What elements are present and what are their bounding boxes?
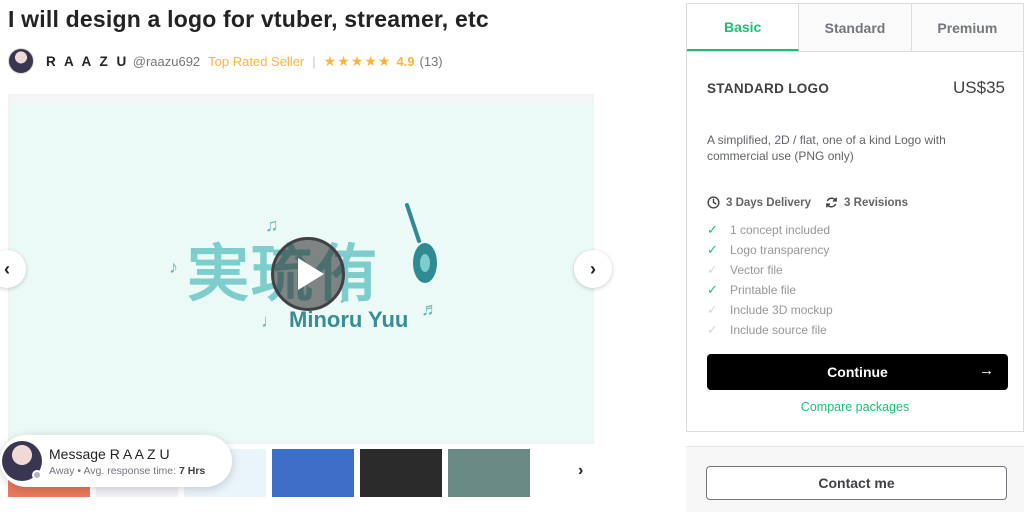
package-description: A simplified, 2D / flat, one of a kind L… bbox=[707, 133, 946, 163]
clock-icon bbox=[707, 196, 720, 209]
gig-main: I will design a logo for vtuber, streame… bbox=[0, 0, 660, 512]
check-icon: ✓ bbox=[707, 302, 718, 317]
top-rated-badge: Top Rated Seller bbox=[208, 53, 305, 69]
list-item: ✓ Printable file bbox=[707, 280, 833, 300]
feature-label: Printable file bbox=[730, 283, 797, 297]
seller-handle: @raazu692 bbox=[132, 53, 201, 69]
seller-overview: R A A Z U @raazu692 Top Rated Seller | ★… bbox=[8, 47, 443, 75]
delivery-time: 3 Days Delivery bbox=[726, 196, 812, 209]
response-info: Away • Avg. response time: 7 Hrs bbox=[49, 465, 205, 477]
delivery-info: 3 Days Delivery bbox=[707, 196, 811, 209]
list-item: ✓ 1 concept included bbox=[707, 220, 833, 240]
feature-label: Include 3D mockup bbox=[730, 303, 833, 317]
response-time: 7 Hrs bbox=[178, 464, 206, 477]
gig-gallery[interactable]: ♪ ♫ ♪ ♩ ♬ 実琉侑 Minoru Yuu bbox=[8, 94, 594, 444]
chevron-right-icon[interactable]: › bbox=[578, 462, 583, 480]
continue-label: Continue bbox=[827, 364, 888, 380]
feature-label: 1 concept included bbox=[730, 223, 831, 237]
revision-count: 3 Revisions bbox=[844, 196, 908, 209]
thumbnail[interactable] bbox=[272, 449, 354, 497]
violin-icon bbox=[405, 203, 437, 283]
tab-premium[interactable]: Premium bbox=[911, 4, 1023, 51]
gig-title: I will design a logo for vtuber, streame… bbox=[8, 6, 489, 32]
status-dot bbox=[32, 470, 42, 480]
feature-label: Include source file bbox=[730, 323, 827, 337]
seller-name[interactable]: R A A Z U bbox=[46, 54, 129, 69]
check-icon: ✓ bbox=[707, 282, 718, 297]
play-icon bbox=[298, 258, 324, 290]
music-note-icon: ♬ bbox=[421, 299, 439, 319]
contact-section: Contact me bbox=[686, 446, 1024, 512]
list-item: ✓ Logo transparency bbox=[707, 240, 833, 260]
gallery-next-button[interactable]: › bbox=[574, 250, 612, 288]
package-price: US$35 bbox=[953, 78, 1005, 97]
list-item: ✓ Include source file bbox=[707, 320, 833, 340]
message-title: Message R A A Z U bbox=[49, 445, 170, 462]
revisions-info: 3 Revisions bbox=[825, 196, 908, 209]
list-item: ✓ Vector file bbox=[707, 260, 833, 280]
refresh-icon bbox=[826, 197, 837, 208]
package-header: STANDARD LOGO US$35 bbox=[707, 78, 1005, 98]
tab-standard[interactable]: Standard bbox=[799, 4, 912, 51]
thumbnail[interactable] bbox=[360, 449, 442, 497]
tab-basic[interactable]: Basic bbox=[687, 4, 800, 51]
continue-button[interactable]: Continue → bbox=[707, 354, 1008, 390]
feature-label: Logo transparency bbox=[730, 243, 830, 257]
compare-packages-link[interactable]: Compare packages bbox=[687, 400, 1023, 414]
feature-label: Vector file bbox=[730, 263, 783, 277]
check-icon: ✓ bbox=[707, 222, 718, 237]
review-count[interactable]: (13) bbox=[420, 54, 443, 69]
feature-list: ✓ 1 concept included ✓ Logo transparency ✓… bbox=[707, 220, 833, 340]
check-icon: ✓ bbox=[707, 262, 718, 277]
contact-me-button[interactable]: Contact me bbox=[706, 466, 1007, 500]
chevron-left-icon: ‹ bbox=[4, 258, 10, 279]
divider: | bbox=[312, 53, 316, 69]
package-panel: Basic Standard Premium STANDARD LOGO US$… bbox=[686, 3, 1024, 432]
package-tabs: Basic Standard Premium bbox=[687, 4, 1023, 52]
list-item: ✓ Include 3D mockup bbox=[707, 300, 833, 320]
rating-score: 4.9 bbox=[396, 53, 415, 69]
music-note-icon: ♩ bbox=[261, 311, 279, 331]
music-note-icon: ♪ bbox=[169, 257, 178, 277]
chevron-right-icon: › bbox=[590, 258, 596, 279]
dot-separator: • bbox=[77, 464, 82, 477]
message-seller-widget[interactable]: Message R A A Z U Away • Avg. response t… bbox=[0, 435, 232, 487]
gallery-top-strip bbox=[9, 95, 593, 104]
away-status: Away bbox=[49, 464, 75, 477]
package-name: STANDARD LOGO bbox=[707, 80, 830, 96]
play-button[interactable] bbox=[271, 237, 345, 311]
package-meta: 3 Days Delivery 3 Revisions bbox=[707, 196, 922, 209]
response-label: Avg. response time: bbox=[83, 464, 177, 477]
rating-stars-icon: ★★★★★ bbox=[323, 52, 392, 69]
avatar bbox=[2, 441, 42, 481]
arrow-right-icon: → bbox=[979, 362, 994, 379]
check-icon: ✓ bbox=[707, 322, 718, 337]
check-icon: ✓ bbox=[707, 242, 718, 257]
seller-avatar[interactable] bbox=[8, 48, 34, 74]
thumbnail[interactable] bbox=[448, 449, 530, 497]
